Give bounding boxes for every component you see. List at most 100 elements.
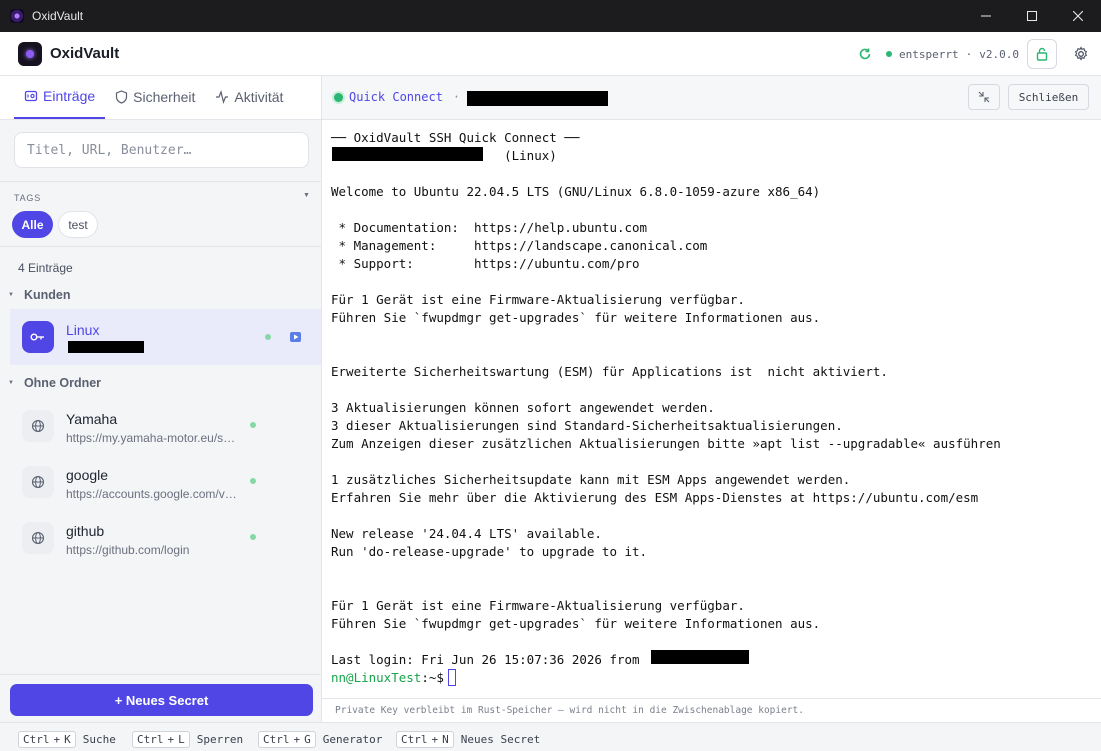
- security-note: Private Key verbleibt im Rust-Speicher —…: [335, 705, 804, 716]
- tab-entries-label: Einträge: [43, 88, 96, 104]
- tags-label: TAGS: [14, 193, 42, 203]
- entry-url: https://my.yamaha-motor.eu/s…: [66, 431, 236, 445]
- entry-google[interactable]: google https://accounts.google.com/v…: [10, 454, 321, 510]
- app-logo: [18, 41, 42, 66]
- terminal-line: 3 dieser Aktualisierungen sind Standard-…: [331, 418, 843, 433]
- status-dot: [886, 51, 893, 57]
- minimize-terminal-button[interactable]: [968, 84, 1000, 110]
- prompt-path: :~$: [421, 670, 444, 685]
- redacted-ip: [651, 650, 749, 664]
- terminal-line: 1 zusätzliches Sicherheitsupdate kann mi…: [331, 472, 851, 487]
- divider: [0, 181, 321, 182]
- unlock-icon: [1036, 47, 1048, 61]
- shortcut-generator[interactable]: Ctrl + G Generator: [258, 731, 382, 748]
- tab-activity[interactable]: Aktivität: [205, 75, 293, 119]
- new-secret-button[interactable]: + Neues Secret: [10, 684, 313, 716]
- window-controls: [963, 0, 1101, 32]
- tab-entries[interactable]: Einträge: [14, 75, 106, 119]
- terminal-pane: Quick Connect · Schließen ── OxidVault S…: [322, 76, 1101, 722]
- settings-button[interactable]: [1073, 46, 1089, 62]
- shortcut-label: Generator: [322, 733, 383, 746]
- tags-toggle-icon[interactable]: ▼: [303, 192, 310, 199]
- search-input[interactable]: [14, 132, 309, 168]
- terminal-output[interactable]: ── OxidVault SSH Quick Connect ── (Linux…: [322, 120, 1101, 698]
- terminal-line: Führen Sie `fwupdmgr get-upgrades` für w…: [331, 616, 821, 631]
- terminal-line: Für 1 Gerät ist eine Firmware-Aktualisie…: [331, 598, 745, 613]
- redacted-host: [467, 91, 608, 106]
- entry-title: Linux: [66, 322, 100, 338]
- entry-yamaha[interactable]: Yamaha https://my.yamaha-motor.eu/s…: [10, 398, 321, 454]
- shortcut-keys: Ctrl + K: [18, 731, 76, 748]
- shortcut-bar: Ctrl + K Suche Ctrl + L Sperren Ctrl + G Gener…: [0, 722, 1101, 751]
- folder-kunden[interactable]: ▼ Kunden: [8, 288, 70, 302]
- terminal-line: New release '24.04.4 LTS' available.: [331, 526, 602, 541]
- terminal-line: * Management: https://landscape.canonica…: [331, 238, 708, 253]
- terminal-header: Quick Connect · Schließen: [322, 76, 1101, 120]
- entry-github[interactable]: github https://github.com/login: [10, 510, 321, 566]
- sidebar-tabs: Einträge Sicherheit Aktivität: [0, 76, 321, 120]
- shield-icon: [116, 90, 128, 104]
- tab-security[interactable]: Sicherheit: [105, 75, 205, 119]
- close-window-button[interactable]: [1055, 0, 1101, 32]
- redacted-hostname: [332, 147, 483, 161]
- terminal-line: Welcome to Ubuntu 22.04.5 LTS (GNU/Linux…: [331, 184, 821, 199]
- terminal-line: Führen Sie `fwupdmgr get-upgrades` für w…: [331, 310, 821, 325]
- terminal-line: Erfahren Sie mehr über die Aktivierung d…: [331, 490, 979, 505]
- entry-title: github: [66, 523, 105, 539]
- key-icon: [22, 321, 54, 353]
- chevron-down-icon: ▼: [8, 380, 14, 386]
- tag-chip-all[interactable]: Alle: [12, 211, 53, 238]
- divider: [0, 674, 321, 675]
- shortcut-new-secret[interactable]: Ctrl + N Neues Secret: [396, 731, 540, 748]
- entry-linux[interactable]: Linux: [10, 309, 321, 365]
- shortcut-keys: Ctrl + G: [258, 731, 316, 748]
- window-titlebar: OxidVault: [0, 0, 1101, 32]
- terminal-line: 3 Aktualisierungen können sofort angewen…: [331, 400, 715, 415]
- lock-button[interactable]: [1027, 39, 1057, 69]
- terminal-footer: Private Key verbleibt im Rust-Speicher —…: [322, 698, 1101, 722]
- maximize-icon: [1027, 11, 1037, 21]
- terminal-line: Für 1 Gerät ist eine Firmware-Aktualisie…: [331, 292, 745, 307]
- version-label: v2.0.0: [979, 47, 1019, 61]
- vault-icon: [24, 90, 38, 102]
- folder-label: Ohne Ordner: [23, 376, 102, 390]
- terminal-line: ── OxidVault SSH Quick Connect ──: [331, 130, 580, 145]
- maximize-button[interactable]: [1009, 0, 1055, 32]
- globe-icon: [22, 466, 54, 498]
- quick-connect-title: Quick Connect: [349, 90, 443, 104]
- app-header: OxidVault entsperrt · v2.0.0: [0, 32, 1101, 76]
- entry-count: 4 Einträge: [18, 261, 73, 275]
- activity-icon: [216, 90, 229, 104]
- connection-status-dot: [334, 92, 343, 102]
- globe-icon: [22, 410, 54, 442]
- terminal-cursor: [447, 669, 456, 686]
- shortcut-keys: Ctrl + N: [396, 731, 454, 748]
- shortcut-keys: Ctrl + L: [132, 731, 190, 748]
- status-dot: [250, 422, 256, 428]
- status-label: entsperrt: [899, 47, 959, 61]
- terminal-line: Run 'do-release-upgrade' to upgrade to i…: [331, 544, 648, 559]
- tab-security-label: Sicherheit: [133, 89, 196, 105]
- tag-chip-test[interactable]: test: [58, 211, 98, 238]
- shortcut-lock[interactable]: Ctrl + L Sperren: [132, 731, 243, 748]
- terminal-line: Erweiterte Sicherheitswartung (ESM) für …: [331, 364, 888, 379]
- redacted-username: [68, 341, 144, 353]
- entry-title: Yamaha: [66, 411, 118, 427]
- close-terminal-button[interactable]: Schließen: [1008, 84, 1089, 110]
- gear-icon: [1074, 46, 1088, 61]
- quick-connect-icon[interactable]: [290, 332, 301, 342]
- close-icon: [1073, 11, 1083, 21]
- status-dot: [250, 478, 256, 484]
- refresh-icon[interactable]: [858, 47, 872, 61]
- tab-activity-label: Aktivität: [234, 89, 284, 105]
- shortcut-label: Sperren: [196, 733, 244, 746]
- entry-title: google: [66, 467, 109, 483]
- shortcut-search[interactable]: Ctrl + K Suche: [18, 731, 116, 748]
- minimize-button[interactable]: [963, 0, 1009, 32]
- folder-ohne-ordner[interactable]: ▼ Ohne Ordner: [8, 376, 101, 390]
- app-name: OxidVault: [50, 45, 120, 62]
- status-separator: ·: [965, 47, 973, 61]
- status-dot: [265, 334, 271, 340]
- chevron-down-icon: ▼: [8, 292, 14, 298]
- terminal-line: * Support: https://ubuntu.com/pro: [331, 256, 640, 271]
